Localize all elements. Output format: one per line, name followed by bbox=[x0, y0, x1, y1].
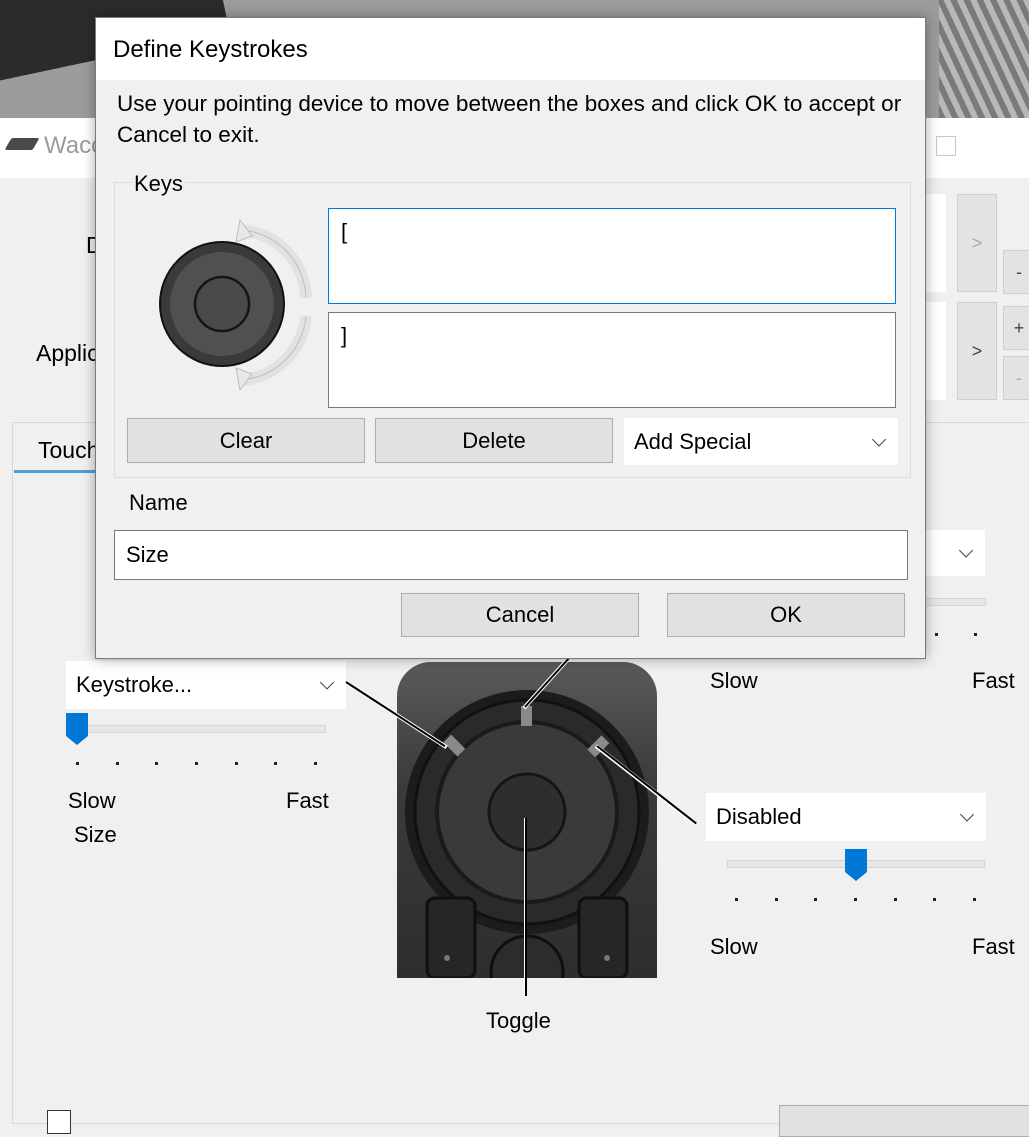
touch-ring-icon bbox=[159, 218, 312, 392]
chevron-down-icon bbox=[871, 431, 887, 447]
left-slider-track[interactable] bbox=[68, 725, 326, 733]
slider-tick bbox=[76, 762, 79, 765]
expresskey-remote-image bbox=[397, 662, 657, 978]
slider-min-label: Slow bbox=[68, 788, 116, 813]
add-special-label: Add Special bbox=[634, 428, 752, 454]
keystroke-box-2[interactable]: ] bbox=[328, 312, 896, 408]
slider-tick bbox=[115, 762, 119, 765]
add-button[interactable]: + bbox=[1003, 306, 1029, 350]
define-keystrokes-dialog: Define Keystrokes Use your pointing devi… bbox=[95, 17, 926, 659]
slider-tick bbox=[274, 762, 278, 765]
dialog-titlebar: Define Keystrokes bbox=[96, 18, 925, 80]
function-combo[interactable]: Disabled bbox=[706, 793, 986, 841]
leader-line bbox=[525, 818, 527, 996]
parent-label-application: Applic bbox=[36, 340, 99, 366]
add-special-dropdown[interactable]: Add Special bbox=[624, 418, 898, 465]
slider-min-label: Slow bbox=[710, 934, 758, 959]
slider-max-label: Fast bbox=[286, 788, 329, 813]
remove-button[interactable]: - bbox=[1003, 356, 1029, 400]
slider-tick bbox=[854, 898, 857, 901]
chevron-down-icon bbox=[319, 675, 335, 690]
slider-tick bbox=[933, 898, 937, 901]
cancel-button[interactable]: Cancel bbox=[401, 593, 639, 637]
slider-min-label: Slow bbox=[710, 668, 758, 693]
default-button[interactable] bbox=[779, 1105, 1029, 1137]
slider-tick bbox=[314, 762, 317, 765]
slider-tick bbox=[155, 762, 159, 765]
tick bbox=[935, 633, 938, 636]
slider-track[interactable] bbox=[920, 598, 986, 606]
slider-tick bbox=[774, 898, 778, 901]
function-combo-value: Disabled bbox=[716, 804, 802, 829]
dialog-title: Define Keystrokes bbox=[113, 36, 308, 63]
desktop-pattern bbox=[939, 0, 1029, 118]
keys-group-label: Keys bbox=[132, 171, 185, 197]
chevron-down-icon bbox=[959, 807, 975, 822]
delete-button[interactable]: Delete bbox=[375, 418, 613, 463]
remote-illustration bbox=[405, 690, 649, 978]
slider-tick bbox=[735, 898, 738, 901]
slider-tick bbox=[973, 898, 976, 901]
ok-button[interactable]: OK bbox=[667, 593, 905, 637]
slider-max-label: Fast bbox=[972, 934, 1015, 959]
tab-indicator bbox=[14, 470, 98, 473]
slider-tick bbox=[234, 762, 238, 765]
clear-button[interactable]: Clear bbox=[127, 418, 365, 463]
name-label: Name bbox=[129, 490, 188, 515]
scroll-right-button[interactable]: > bbox=[957, 194, 997, 292]
slider-tick bbox=[814, 898, 818, 901]
maximize-icon[interactable] bbox=[936, 136, 956, 156]
keystroke-box-1[interactable]: [ bbox=[328, 208, 896, 304]
keystroke-combo-value: Keystroke... bbox=[76, 672, 193, 697]
parent-list-edge bbox=[924, 194, 946, 292]
speed-combo-top[interactable] bbox=[918, 530, 985, 576]
toggle-label: Toggle bbox=[486, 1008, 551, 1033]
remove-button[interactable]: - bbox=[1003, 250, 1029, 294]
slider-caption: Size bbox=[74, 822, 117, 847]
dialog-instructions: Use your pointing device to move between… bbox=[117, 91, 902, 147]
chevron-down-icon bbox=[958, 543, 974, 558]
tab-touch[interactable]: Touch bbox=[38, 437, 99, 464]
slider-tick bbox=[195, 762, 198, 765]
keystroke-combo[interactable]: Keystroke... bbox=[66, 661, 346, 709]
scroll-right-button[interactable]: > bbox=[957, 302, 997, 400]
slider-max-label: Fast bbox=[972, 668, 1015, 693]
show-settings-checkbox[interactable] bbox=[47, 1110, 71, 1134]
slider-tick bbox=[893, 898, 897, 901]
name-input[interactable]: Size bbox=[114, 530, 908, 580]
tick bbox=[974, 633, 977, 636]
parent-list-edge bbox=[924, 302, 946, 400]
